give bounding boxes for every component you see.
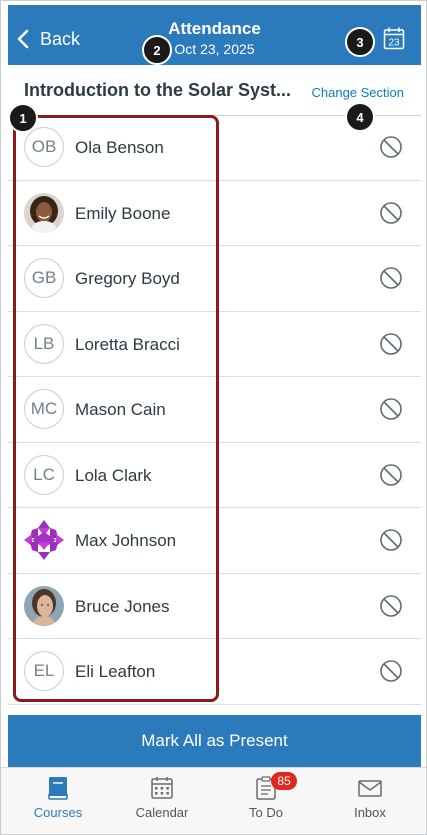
unmarked-icon[interactable] bbox=[379, 397, 403, 421]
unmarked-icon[interactable] bbox=[379, 135, 403, 159]
tab-inbox[interactable]: Inbox bbox=[317, 768, 423, 834]
course-name: Introduction to the Solar Syst... bbox=[24, 80, 292, 100]
calendar-icon: 23 bbox=[383, 27, 405, 50]
student-name: Lola Clark bbox=[75, 465, 152, 485]
calendar-day: 23 bbox=[388, 38, 400, 49]
unmarked-icon[interactable] bbox=[379, 201, 403, 225]
student-name: Bruce Jones bbox=[75, 596, 170, 616]
avatar bbox=[24, 192, 64, 233]
avatar: OB bbox=[24, 127, 64, 167]
tab-courses[interactable]: Courses bbox=[5, 768, 111, 834]
calendar-icon bbox=[151, 777, 173, 799]
student-list: OB Ola Benson Emily Boone GB Gregory Boy… bbox=[8, 115, 421, 705]
student-name: Mason Cain bbox=[75, 400, 166, 419]
student-row[interactable]: LB Loretta Bracci bbox=[8, 312, 421, 377]
student-row[interactable]: GB Gregory Boyd bbox=[8, 246, 421, 312]
tab-label: Inbox bbox=[354, 805, 386, 820]
avatar: MC bbox=[24, 389, 64, 429]
student-name: Max Johnson bbox=[75, 531, 177, 550]
mark-all-present-button[interactable]: Mark All as Present bbox=[8, 715, 421, 767]
tab-label: To Do bbox=[249, 805, 283, 820]
callout-marker: 2 bbox=[142, 35, 172, 65]
student-name: Eli Leafton bbox=[75, 662, 156, 681]
unmarked-icon[interactable] bbox=[379, 463, 403, 487]
callout-marker: 1 bbox=[8, 103, 38, 133]
student-row[interactable]: Emily Boone bbox=[8, 181, 421, 246]
tab-label: Courses bbox=[33, 805, 83, 820]
student-row[interactable]: MC Mason Cain bbox=[8, 377, 421, 443]
student-row[interactable]: Bruce Jones bbox=[8, 574, 421, 639]
student-photo bbox=[24, 585, 64, 626]
change-section-link[interactable]: Change Section bbox=[311, 85, 404, 100]
student-name: Gregory Boyd bbox=[75, 269, 180, 288]
callout-marker: 3 bbox=[345, 27, 375, 57]
date-picker-button[interactable]: 23 bbox=[383, 26, 405, 50]
callout-marker: 4 bbox=[345, 102, 375, 132]
courses-icon bbox=[48, 777, 68, 800]
student-name: Emily Boone bbox=[75, 203, 171, 223]
unmarked-icon[interactable] bbox=[379, 266, 403, 290]
tab-bar: Courses Calendar 85 To Do Inbox bbox=[1, 767, 426, 834]
avatar: LB bbox=[24, 323, 64, 364]
app-frame: Back Attendance Oct 23, 2025 23 Introduc… bbox=[0, 0, 427, 835]
student-row[interactable]: Max Johnson bbox=[8, 508, 421, 574]
inbox-icon bbox=[358, 780, 382, 797]
unmarked-icon[interactable] bbox=[379, 332, 403, 356]
student-row[interactable]: EL Eli Leafton bbox=[8, 639, 421, 705]
todo-count-badge: 85 bbox=[271, 772, 297, 790]
unmarked-icon[interactable] bbox=[379, 659, 403, 683]
avatar bbox=[24, 520, 64, 560]
tab-todo[interactable]: 85 To Do bbox=[213, 768, 319, 834]
tab-calendar[interactable]: Calendar bbox=[109, 768, 215, 834]
tab-label: Calendar bbox=[135, 805, 189, 820]
student-name: Ola Benson bbox=[75, 138, 164, 157]
avatar: LC bbox=[24, 454, 64, 495]
unmarked-icon[interactable] bbox=[379, 528, 403, 552]
student-row[interactable]: LC Lola Clark bbox=[8, 443, 421, 508]
avatar bbox=[24, 585, 64, 626]
student-photo bbox=[24, 192, 64, 233]
pattern-avatar bbox=[24, 520, 64, 560]
student-name: Loretta Bracci bbox=[75, 334, 180, 354]
avatar: EL bbox=[24, 651, 64, 691]
unmarked-icon[interactable] bbox=[379, 594, 403, 618]
avatar: GB bbox=[24, 258, 64, 298]
